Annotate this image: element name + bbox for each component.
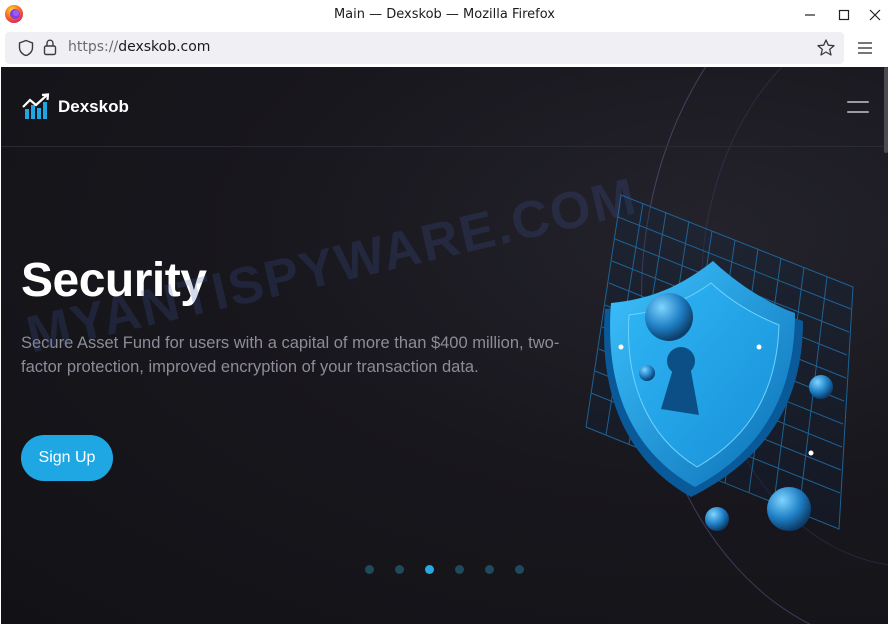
maximize-icon [838,9,850,21]
signup-button[interactable]: Sign Up [21,435,113,481]
web-page: Dexskob Security Secure Asset Fund for u… [1,67,888,624]
slider-dot[interactable] [455,565,464,574]
brand-logo-icon[interactable] [21,93,51,121]
hamburger-line [847,101,869,103]
slider-dot[interactable] [515,565,524,574]
slider-dot[interactable] [365,565,374,574]
maximize-button[interactable] [827,0,861,30]
menu-icon[interactable] [855,39,875,57]
close-icon [869,9,881,21]
lock-icon[interactable] [42,38,58,56]
slider-dots [365,565,535,577]
shield-icon[interactable] [17,39,35,57]
url-host: dexskob.com [118,39,211,55]
url-protocol: https:// [68,39,119,55]
slider-dot[interactable] [425,565,434,574]
window-title: Main — Dexskob — Mozilla Firefox [333,7,556,22]
security-shield-illustration [585,194,854,531]
window-titlebar: Main — Dexskob — Mozilla Firefox [0,0,889,31]
star-icon[interactable] [816,38,836,58]
site-header: Dexskob [1,67,888,147]
minimize-button[interactable] [793,0,827,30]
slider-dot[interactable] [395,565,404,574]
url-text[interactable]: https://dexskob.com [68,39,210,55]
brand-name[interactable]: Dexskob [58,97,129,117]
slider-dot[interactable] [485,565,494,574]
close-button[interactable] [858,0,889,30]
page-scrollbar[interactable] [884,67,888,153]
browser-navbar: https://dexskob.com [0,31,889,67]
minimize-icon [805,14,815,16]
address-bar[interactable]: https://dexskob.com [5,32,844,64]
